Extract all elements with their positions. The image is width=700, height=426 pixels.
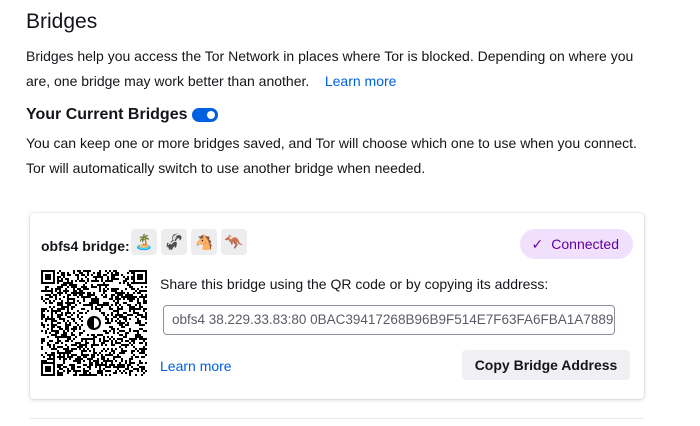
bridges-toggle[interactable] <box>191 108 218 122</box>
bridge-emoji-list: 🏝️ 🦨 🐴 🦘 <box>131 229 247 255</box>
current-bridges-header: Your Current Bridges <box>26 106 218 124</box>
skunk-icon: 🦨 <box>161 229 187 255</box>
kangaroo-icon: 🦘 <box>221 229 247 255</box>
current-bridges-title: Your Current Bridges <box>26 106 188 123</box>
bridge-type-label: obfs4 bridge: <box>41 238 130 254</box>
horse-icon: 🐴 <box>191 229 217 255</box>
status-label: Connected <box>551 236 619 252</box>
divider <box>30 418 644 419</box>
bridges-description: Bridges help you access the Tor Network … <box>26 44 656 94</box>
share-instructions: Share this bridge using the QR code or b… <box>160 276 549 292</box>
bridge-card: obfs4 bridge: 🏝️ 🦨 🐴 🦘 ✓ Connected Share <box>30 213 644 399</box>
copy-bridge-address-button[interactable]: Copy Bridge Address <box>462 350 630 380</box>
learn-more-link[interactable]: Learn more <box>325 73 397 89</box>
current-bridges-description: You can keep one or more bridges saved, … <box>26 135 637 176</box>
bridge-address-field[interactable]: obfs4 38.229.33.83:80 0BAC39417268B96B9F… <box>163 305 615 335</box>
qr-code <box>41 270 147 376</box>
page-title: Bridges <box>26 10 98 33</box>
island-icon: 🏝️ <box>131 229 157 255</box>
bridge-learn-more-link[interactable]: Learn more <box>160 358 232 374</box>
status-badge: ✓ Connected <box>519 229 633 259</box>
toggle-knob <box>206 111 215 119</box>
check-icon: ✓ <box>531 235 544 252</box>
